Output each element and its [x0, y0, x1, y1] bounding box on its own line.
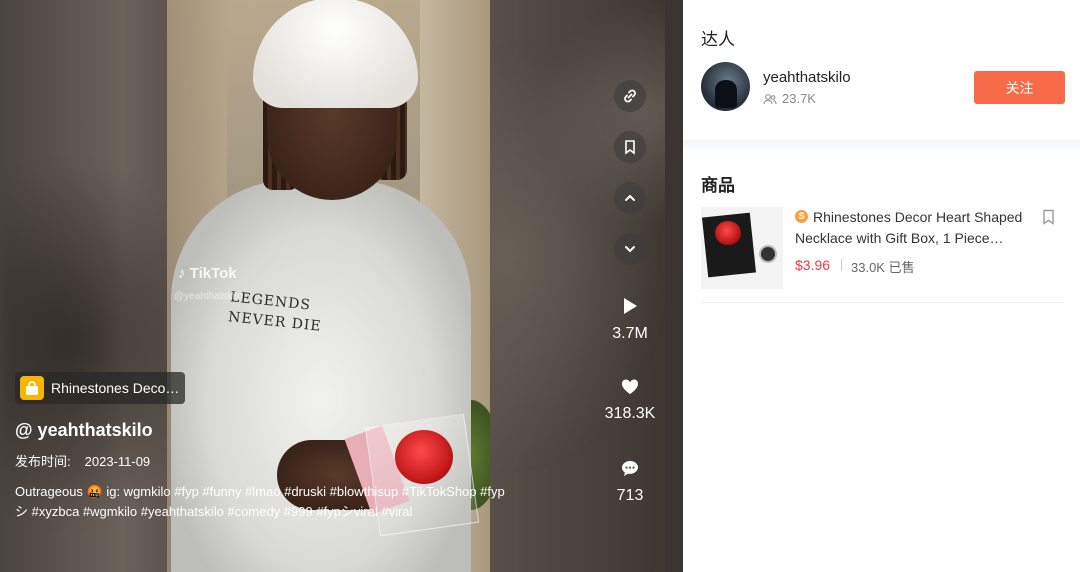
previous-video-button[interactable]	[614, 182, 646, 214]
products-section-title: 商品	[701, 176, 735, 195]
publish-date-value: 2023-11-09	[84, 454, 151, 469]
video-player[interactable]: LEGENDS NEVER DIE ♪ TikTok @yeahthatskil…	[0, 0, 683, 572]
scroll-gutter	[665, 0, 683, 572]
follower-count: 23.7K	[763, 91, 816, 106]
creator-section-title: 达人	[701, 30, 735, 49]
price-separator	[841, 259, 842, 271]
product-card[interactable]: Rhinestones Decor Heart Shaped Necklace …	[701, 207, 1064, 303]
watermark-username: @yeahthatskilo	[174, 291, 243, 302]
publish-date-label: 发布时间:	[15, 454, 71, 469]
save-button[interactable]	[614, 131, 646, 163]
follower-count-value: 23.7K	[782, 91, 816, 106]
product-bookmark-button[interactable]	[1042, 209, 1055, 230]
tiktok-note-icon: ♪	[178, 265, 186, 282]
users-icon	[763, 93, 777, 104]
bookmark-icon	[1043, 209, 1054, 225]
chevron-down-icon	[625, 246, 635, 253]
play-count-value: 3.7M	[612, 325, 648, 342]
watermark-brand-text: TikTok	[189, 265, 237, 282]
like-count[interactable]: 318.3K	[600, 379, 660, 423]
product-tag[interactable]: Rhinestones Decor Heart Shaped Necklace	[15, 372, 185, 404]
comment-icon[interactable]	[621, 460, 639, 477]
product-sold-count: 33.0K 已售	[851, 260, 915, 275]
follow-button[interactable]: 关注	[974, 71, 1065, 104]
product-tag-label: Rhinestones Decor Heart Shaped Necklace	[51, 380, 181, 396]
product-name[interactable]: Rhinestones Decor Heart Shaped Necklace …	[795, 207, 1035, 249]
play-count: 3.7M	[600, 297, 660, 343]
section-divider	[683, 140, 1080, 152]
comment-count[interactable]: 713	[600, 460, 660, 505]
gift-rose	[395, 430, 453, 484]
publish-date: 发布时间: 2023-11-09	[15, 451, 164, 470]
shop-badge-icon: S	[795, 210, 808, 223]
thumb-pendant	[759, 245, 777, 263]
thumb-rose	[715, 221, 741, 245]
product-price: $3.96	[795, 257, 831, 273]
tiktok-watermark: ♪ TikTok	[178, 265, 237, 282]
copy-link-button[interactable]	[614, 80, 646, 112]
product-thumbnail[interactable]	[701, 207, 783, 289]
creator-avatar[interactable]	[701, 62, 750, 111]
info-panel: 达人 yeahthatskilo 23.7K 关注 商品 Rhinestones…	[683, 0, 1080, 572]
play-icon	[624, 298, 637, 314]
heart-icon[interactable]	[621, 379, 639, 395]
next-video-button[interactable]	[614, 233, 646, 265]
author-handle[interactable]: @ yeahthatskilo	[15, 420, 153, 441]
chevron-up-icon	[625, 194, 635, 201]
video-caption: Outrageous 🤬 ig: wgmkilo #fyp #funny #lm…	[15, 484, 505, 519]
bookmark-icon	[625, 140, 635, 155]
creator-name[interactable]: yeahthatskilo	[763, 69, 851, 86]
shopping-bag-icon	[20, 376, 44, 400]
like-count-value: 318.3K	[604, 405, 656, 422]
person-beanie	[253, 0, 418, 108]
link-icon	[624, 89, 636, 103]
comment-count-value: 713	[616, 487, 644, 504]
